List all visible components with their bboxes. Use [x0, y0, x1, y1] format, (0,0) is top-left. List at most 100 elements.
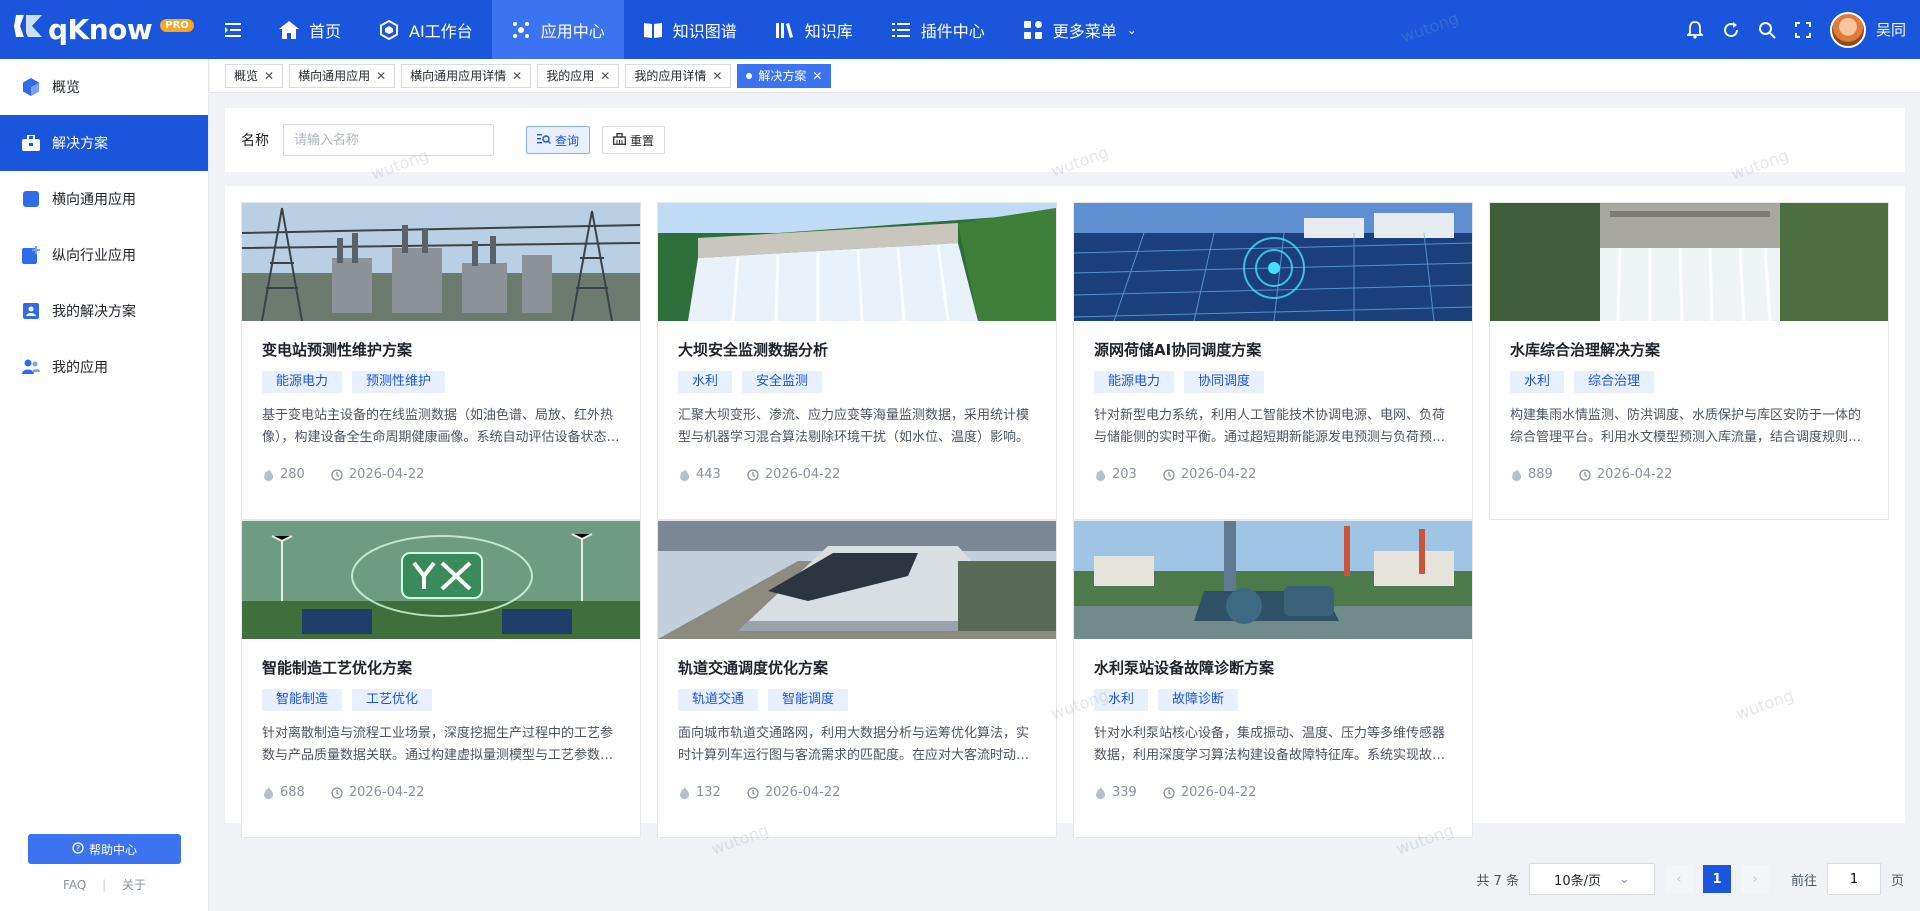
app-icon: [22, 190, 40, 208]
sidebar-item-overview[interactable]: 概览: [0, 59, 208, 115]
view-count: 280: [280, 467, 305, 482]
query-button[interactable]: 查询: [526, 126, 591, 154]
card-tags: 能源电力 预测性维护: [262, 371, 620, 393]
tab-label: 我的应用: [546, 69, 595, 83]
sidebar-item-horizontal-apps[interactable]: 横向通用应用: [0, 171, 208, 227]
reset-button[interactable]: 重置: [602, 126, 666, 154]
solution-card[interactable]: 智能制造工艺优化方案 智能制造 工艺优化 针对离散制造与流程工业场景，深度挖掘生…: [241, 520, 641, 838]
close-icon[interactable]: ✕: [812, 69, 822, 83]
nav-item-plugin-center[interactable]: 插件中心: [872, 0, 1004, 59]
logo-text: qKnow: [48, 13, 153, 46]
page-size-select[interactable]: 10条/页 ⌄: [1528, 863, 1655, 895]
tab-solutions[interactable]: 解决方案 ✕: [737, 63, 832, 88]
sidebar-item-vertical-apps[interactable]: 纵向行业应用: [0, 227, 208, 283]
active-dot-icon: [746, 72, 753, 79]
tab-horizontal-app-detail[interactable]: 横向通用应用详情 ✕: [401, 63, 532, 88]
card-description: 针对离散制造与流程工业场景，深度挖掘生产过程中的工艺参数与产品质量数据关联。通过…: [262, 726, 614, 763]
nav-item-knowledge-base[interactable]: 知识库: [756, 0, 872, 59]
page-number-current[interactable]: 1: [1702, 865, 1731, 893]
solution-card[interactable]: 大坝安全监测数据分析 水利 安全监测 汇聚大坝变形、渗流、应力应变等海量监测数据…: [657, 202, 1057, 520]
publish-date: 2026-04-22: [348, 467, 425, 482]
nav-item-ai-workbench[interactable]: AI工作台: [360, 0, 492, 59]
help-center-button[interactable]: ? 帮助中心: [28, 834, 181, 864]
broom-icon: [613, 132, 626, 148]
card-tag: 水利: [1510, 371, 1565, 393]
search-icon[interactable]: [1758, 21, 1776, 39]
clock-icon: [747, 468, 759, 481]
sidebar-item-solutions[interactable]: 解决方案: [0, 115, 208, 171]
menu-collapse-icon[interactable]: [222, 19, 244, 41]
tab-my-apps[interactable]: 我的应用 ✕: [537, 63, 620, 88]
publish-date: 2026-04-22: [764, 467, 841, 482]
card-title: 水利泵站设备故障诊断方案: [1094, 659, 1275, 677]
sidebar-item-my-solutions[interactable]: 我的解决方案: [0, 283, 208, 339]
nav-item-knowledge-graph[interactable]: 知识图谱: [624, 0, 756, 59]
nav-item-more-menu[interactable]: 更多菜单 ⌄: [1004, 0, 1156, 59]
sidebar-item-label: 我的解决方案: [52, 304, 136, 320]
card-meta: 280 2026-04-22: [262, 467, 620, 482]
top-nav-bar: qKnow PRO 首页 AI工作台 应用中心 知识图谱 知识库 插件中心 更多…: [0, 0, 1920, 59]
flame-icon: [678, 786, 690, 799]
avatar[interactable]: [1829, 11, 1866, 48]
sidebar-item-label: 我的应用: [52, 360, 108, 376]
search-list-icon: [537, 133, 551, 148]
nav-item-app-center[interactable]: 应用中心: [491, 0, 624, 59]
sidebar-item-label: 解决方案: [52, 136, 108, 152]
close-icon[interactable]: ✕: [600, 69, 610, 83]
prev-page-button[interactable]: ‹: [1664, 865, 1693, 893]
view-count: 339: [1112, 785, 1137, 800]
user-card-icon: [22, 302, 40, 320]
card-tag: 轨道交通: [678, 689, 759, 711]
goto-label: 前往: [1790, 873, 1817, 889]
card-title: 大坝安全监测数据分析: [678, 341, 829, 359]
close-icon[interactable]: ✕: [512, 69, 522, 83]
tab-label: 概览: [234, 69, 259, 83]
card-meta: 443 2026-04-22: [678, 467, 1036, 482]
card-description: 针对水利泵站核心设备，集成振动、温度、压力等多维传感器数据，利用深度学习算法构建…: [1094, 726, 1446, 763]
tab-label: 解决方案: [758, 69, 807, 83]
flame-icon: [262, 786, 274, 799]
about-link[interactable]: 关于: [122, 878, 146, 892]
nav-item-home[interactable]: 首页: [260, 0, 360, 59]
page-unit-label: 页: [1890, 873, 1904, 889]
solution-card[interactable]: 水利泵站设备故障诊断方案 水利 故障诊断 针对水利泵站核心设备，集成振动、温度、…: [1073, 520, 1473, 838]
card-tag: 工艺优化: [352, 689, 433, 711]
tab-overview[interactable]: 概览 ✕: [225, 63, 284, 88]
card-tag: 能源电力: [1094, 371, 1175, 393]
list-icon: [891, 20, 911, 40]
cube-icon: [22, 78, 40, 96]
user-name[interactable]: 吴同: [1876, 19, 1906, 40]
logo[interactable]: qKnow PRO: [0, 0, 212, 59]
sidebar-item-my-apps[interactable]: 我的应用: [0, 339, 208, 395]
pro-badge: PRO: [160, 19, 194, 32]
clock-icon: [747, 786, 759, 799]
next-page-button[interactable]: ›: [1740, 865, 1769, 893]
card-tags: 水利 综合治理: [1510, 371, 1868, 393]
solution-card[interactable]: 水库综合治理解决方案 水利 综合治理 构建集雨水情监测、防洪调度、水质保护与库区…: [1489, 202, 1889, 520]
sidebar-item-label: 概览: [52, 80, 80, 96]
tab-my-app-detail[interactable]: 我的应用详情 ✕: [625, 63, 732, 88]
cube-icon: [379, 19, 399, 40]
library-icon: [775, 20, 795, 40]
logo-mark-icon: [14, 12, 44, 47]
close-icon[interactable]: ✕: [712, 69, 722, 83]
solution-card[interactable]: 轨道交通调度优化方案 轨道交通 智能调度 面向城市轨道交通路网，利用大数据分析与…: [657, 520, 1057, 838]
faq-link[interactable]: FAQ: [63, 878, 86, 892]
publish-date: 2026-04-22: [1180, 785, 1257, 800]
fullscreen-icon[interactable]: [1794, 21, 1812, 39]
top-actions: 吴同: [1686, 0, 1906, 59]
dam-image: [658, 203, 1056, 321]
card-description: 基于变电站主设备的在线监测数据（如油色谱、局放、红外热像），构建设备全生命周期健…: [262, 408, 620, 445]
solution-card[interactable]: 变电站预测性维护方案 能源电力 预测性维护 基于变电站主设备的在线监测数据（如油…: [241, 202, 641, 520]
goto-page-input[interactable]: [1826, 863, 1881, 895]
bell-icon[interactable]: [1686, 20, 1704, 39]
tab-horizontal-apps[interactable]: 横向通用应用 ✕: [289, 63, 396, 88]
close-icon[interactable]: ✕: [264, 69, 274, 83]
publish-date: 2026-04-22: [348, 785, 425, 800]
name-search-input[interactable]: [283, 124, 494, 156]
refresh-icon[interactable]: [1722, 21, 1740, 39]
solution-card[interactable]: 源网荷储AI协同调度方案 能源电力 协同调度 针对新型电力系统，利用人工智能技术…: [1073, 202, 1473, 520]
close-icon[interactable]: ✕: [376, 69, 386, 83]
nav-label: 知识库: [804, 21, 853, 41]
book-icon: [643, 20, 663, 40]
